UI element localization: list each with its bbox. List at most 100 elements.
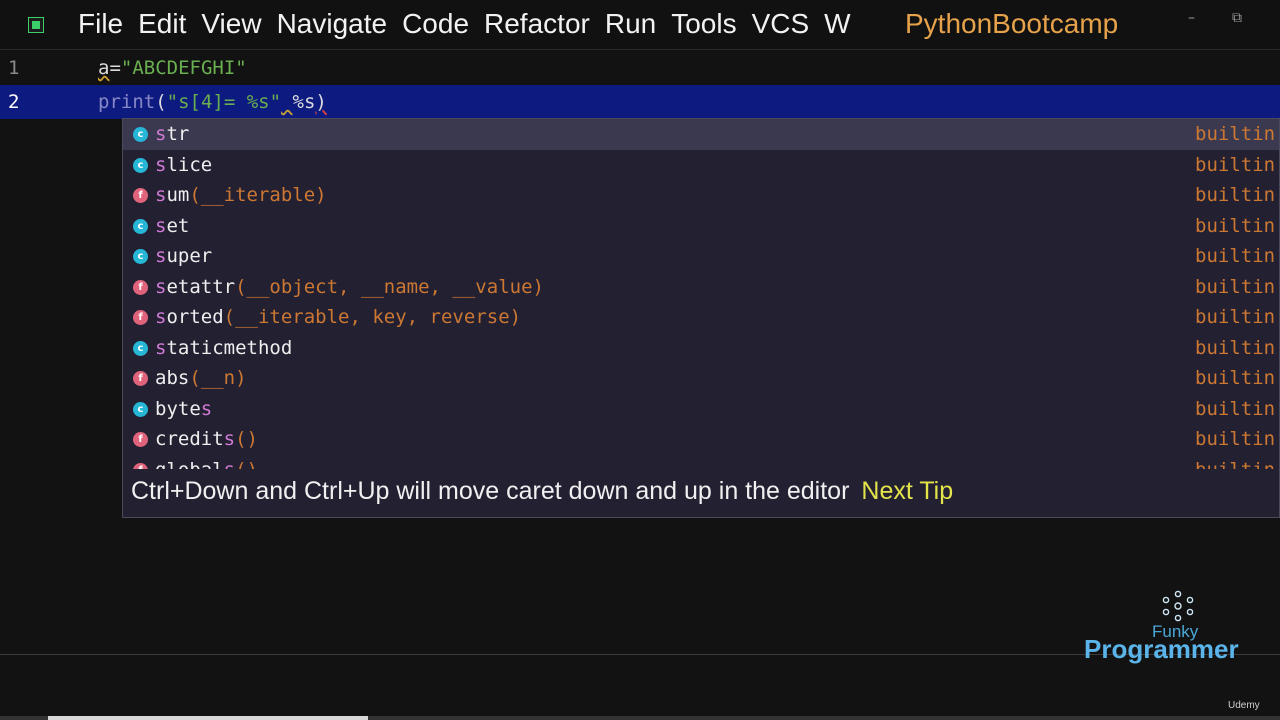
completion-item-type: builtin	[1195, 275, 1276, 298]
line-number: 2	[8, 91, 20, 113]
function-kind-icon: f	[133, 462, 148, 469]
matched-prefix: s	[155, 275, 167, 298]
pycharm-app-icon[interactable]	[28, 17, 44, 33]
completion-item[interactable]: c set builtin	[123, 211, 1279, 242]
completion-item-name: globals()	[155, 455, 258, 470]
function-kind-icon: f	[133, 188, 148, 203]
hint-text: Ctrl+Down and Ctrl+Up will move caret do…	[131, 477, 850, 505]
code-line-1[interactable]: 1 a="ABCDEFGHI"	[0, 51, 1280, 85]
matched-prefix: s	[155, 245, 167, 267]
code-line-2[interactable]: 2 print("s[4]= %s" %s)	[0, 85, 1280, 119]
menu-bar: File Edit View Navigate Code Refactor Ru…	[78, 8, 866, 40]
completion-item[interactable]: f sum(__iterable) builtin	[123, 180, 1279, 211]
menu-file[interactable]: File	[78, 8, 123, 40]
completion-item-type: builtin	[1195, 153, 1276, 176]
completion-item[interactable]: c bytes builtin	[123, 394, 1279, 425]
matched-prefix: s	[155, 123, 167, 145]
completion-item-signature: ()	[235, 459, 258, 470]
menu-code[interactable]: Code	[402, 8, 469, 40]
completion-item-name: credits()	[155, 424, 258, 454]
completion-item-name: str	[155, 119, 189, 149]
completion-item-type: builtin	[1195, 397, 1276, 420]
completion-item[interactable]: c slice builtin	[123, 150, 1279, 181]
name-rest: s	[224, 459, 235, 470]
completion-item[interactable]: fglobals()builtin	[123, 455, 1279, 470]
completion-item[interactable]: f sorted(__iterable, key, reverse) builtin	[123, 302, 1279, 333]
completion-item-signature: ()	[235, 428, 258, 450]
completion-item-name: super	[155, 241, 212, 271]
completion-item-signature: (__iterable, key, reverse)	[223, 306, 522, 328]
class-kind-icon: c	[133, 401, 148, 417]
completion-item-signature: (__n)	[189, 367, 247, 389]
matched-prefix: byte	[155, 397, 201, 420]
menu-edit[interactable]: Edit	[138, 8, 186, 40]
completion-item-type: builtin	[1195, 336, 1276, 359]
menu-window[interactable]: W	[824, 8, 850, 40]
completion-item[interactable]: c str builtin	[123, 119, 1279, 150]
completion-popup: c str builtin c slice builtin f sum(__iterable)…	[122, 118, 1280, 518]
completion-item[interactable]: f credits() builtin	[123, 424, 1279, 455]
udemy-watermark: Udemy	[1228, 700, 1260, 711]
video-progress-fill	[48, 716, 368, 720]
class-kind-icon: c	[133, 340, 148, 356]
completion-item-type: builtin	[1195, 245, 1276, 267]
name-rest: s	[200, 397, 213, 420]
function-kind-icon: f	[133, 279, 148, 295]
open-paren: (	[155, 91, 167, 113]
close-paren: )	[315, 91, 327, 113]
funky-programmer-logo-icon	[1162, 590, 1194, 622]
function-kind-icon: f	[133, 371, 148, 386]
completion-item-type: builtin	[1195, 367, 1276, 389]
completion-item-signature: (__object, __name, __value)	[235, 275, 544, 298]
matched-prefix: s	[155, 306, 167, 328]
name-rest: tr	[166, 123, 190, 145]
completion-item-type: builtin	[1195, 214, 1276, 237]
completion-item-type: builtin	[1195, 455, 1275, 470]
completion-item[interactable]: f abs(__n) builtin	[123, 363, 1279, 394]
completion-item[interactable]: c super builtin	[123, 241, 1279, 272]
completion-list[interactable]: c str builtin c slice builtin f sum(__iterable)…	[123, 119, 1279, 470]
print-function: print	[98, 91, 156, 113]
completion-item-type: builtin	[1195, 306, 1276, 328]
completion-item-name: slice	[155, 150, 212, 180]
completion-item-name: setattr(__object, __name, __value)	[155, 272, 544, 302]
menu-run[interactable]: Run	[605, 8, 656, 40]
completion-item[interactable]: c staticmethod builtin	[123, 333, 1279, 364]
completion-item-signature: (__iterable)	[189, 184, 327, 206]
menu-navigate[interactable]: Navigate	[277, 8, 388, 40]
typed-token: %s	[292, 91, 316, 113]
next-tip-link[interactable]: Next Tip	[861, 477, 953, 505]
video-progress-bar[interactable]	[0, 716, 1280, 720]
restore-button[interactable]: ⧉	[1232, 10, 1242, 26]
completion-hint: Ctrl+Down and Ctrl+Up will move caret do…	[131, 477, 953, 506]
matched-prefix: s	[155, 214, 167, 237]
menu-refactor[interactable]: Refactor	[484, 8, 590, 40]
matched-prefix: global	[155, 459, 224, 470]
menu-tools[interactable]: Tools	[671, 8, 736, 40]
class-kind-icon: c	[133, 127, 148, 142]
completion-item-name: staticmethod	[155, 333, 292, 363]
menu-view[interactable]: View	[201, 8, 261, 40]
completion-item-name: sum(__iterable)	[155, 180, 327, 210]
code-text[interactable]: print("s[4]= %s" %s)	[98, 85, 327, 119]
minimize-button[interactable]: –	[1188, 10, 1195, 26]
class-kind-icon: c	[133, 218, 148, 234]
code-text[interactable]: a="ABCDEFGHI"	[98, 51, 247, 85]
string-literal: "ABCDEFGHI"	[120, 57, 247, 79]
matched-prefix: s	[155, 336, 167, 359]
completion-item[interactable]: f setattr(__object, __name, __value) built…	[123, 272, 1279, 303]
name-rest: s	[223, 428, 236, 450]
class-kind-icon: c	[133, 249, 148, 264]
title-bar: File Edit View Navigate Code Refactor Ru…	[0, 0, 1280, 50]
format-string: "s[4]= %s"	[166, 91, 282, 113]
assign-operator: =	[109, 57, 121, 79]
completion-item-type: builtin	[1195, 428, 1276, 450]
variable-a: a	[98, 57, 110, 79]
name-rest: etattr	[166, 275, 236, 298]
completion-item-name: set	[155, 211, 189, 241]
name-rest: orted	[166, 306, 224, 328]
menu-vcs[interactable]: VCS	[752, 8, 810, 40]
line-number: 1	[8, 57, 20, 79]
completion-item-type: builtin	[1195, 184, 1276, 206]
operator-gap	[281, 91, 292, 113]
